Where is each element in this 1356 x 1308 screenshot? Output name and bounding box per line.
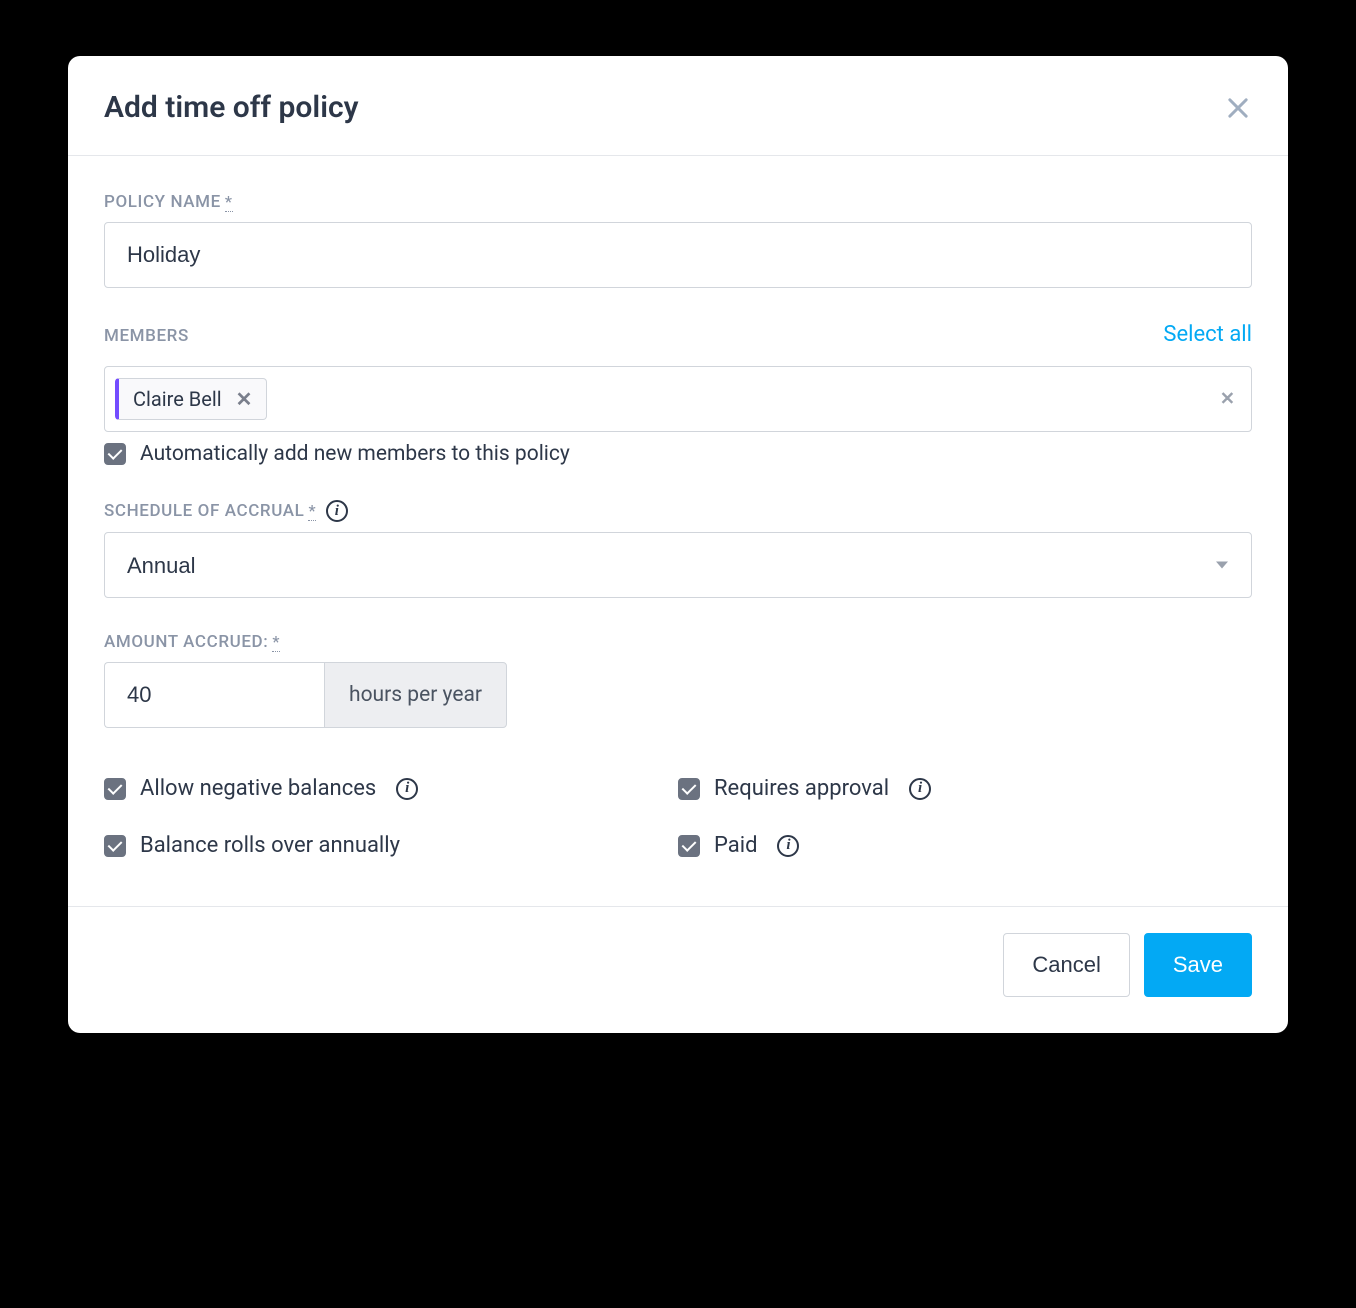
info-icon[interactable] [909, 778, 931, 800]
required-indicator: * [272, 632, 280, 652]
clear-all-icon[interactable]: ✕ [1220, 389, 1235, 410]
modal-title: Add time off policy [104, 90, 359, 125]
schedule-label: SCHEDULE OF ACCRUAL * [104, 500, 348, 522]
amount-input[interactable] [104, 662, 324, 728]
rollover-option: Balance rolls over annually [104, 833, 678, 858]
required-indicator: * [308, 501, 316, 521]
modal-header: Add time off policy [68, 56, 1288, 156]
paid-option: Paid [678, 833, 1252, 858]
allow-negative-checkbox[interactable] [104, 778, 126, 800]
requires-approval-label: Requires approval [714, 776, 889, 801]
required-indicator: * [225, 192, 233, 212]
save-button[interactable]: Save [1144, 933, 1252, 997]
auto-add-row: Automatically add new members to this po… [104, 442, 1252, 466]
allow-negative-label: Allow negative balances [140, 776, 376, 801]
schedule-select[interactable]: Annual [104, 532, 1252, 598]
schedule-select-wrap: Annual [104, 532, 1252, 598]
info-icon[interactable] [326, 500, 348, 522]
info-icon[interactable] [777, 835, 799, 857]
options-grid: Allow negative balances Requires approva… [104, 776, 1252, 858]
label-text: POLICY NAME [104, 192, 221, 212]
add-time-off-policy-modal: Add time off policy POLICY NAME * MEMBER… [68, 56, 1288, 1033]
modal-footer: Cancel Save [68, 906, 1288, 1033]
members-tags-input[interactable]: Claire Bell ✕ ✕ [104, 366, 1252, 432]
paid-label: Paid [714, 833, 757, 858]
policy-name-input[interactable] [104, 222, 1252, 288]
policy-name-label: POLICY NAME * [104, 192, 233, 212]
members-field: MEMBERS Select all Claire Bell ✕ ✕ Autom… [104, 322, 1252, 466]
info-icon[interactable] [396, 778, 418, 800]
amount-label: AMOUNT ACCRUED: * [104, 632, 280, 652]
members-label: MEMBERS [104, 326, 189, 346]
select-all-link[interactable]: Select all [1163, 322, 1252, 347]
auto-add-label: Automatically add new members to this po… [140, 442, 570, 466]
close-icon[interactable] [1224, 94, 1252, 122]
policy-name-field: POLICY NAME * [104, 192, 1252, 288]
amount-field: AMOUNT ACCRUED: * hours per year [104, 632, 1252, 728]
label-text: SCHEDULE OF ACCRUAL [104, 501, 304, 521]
schedule-field: SCHEDULE OF ACCRUAL * Annual [104, 500, 1252, 598]
rollover-label: Balance rolls over annually [140, 833, 400, 858]
member-tag-label: Claire Bell [133, 387, 222, 411]
rollover-checkbox[interactable] [104, 835, 126, 857]
requires-approval-option: Requires approval [678, 776, 1252, 801]
paid-checkbox[interactable] [678, 835, 700, 857]
modal-body: POLICY NAME * MEMBERS Select all Claire … [68, 156, 1288, 906]
amount-unit-label: hours per year [324, 662, 507, 728]
requires-approval-checkbox[interactable] [678, 778, 700, 800]
cancel-button[interactable]: Cancel [1003, 933, 1129, 997]
auto-add-checkbox[interactable] [104, 443, 126, 465]
member-tag: Claire Bell ✕ [115, 378, 267, 420]
label-text: AMOUNT ACCRUED: [104, 632, 268, 652]
remove-tag-icon[interactable]: ✕ [236, 387, 253, 411]
allow-negative-option: Allow negative balances [104, 776, 678, 801]
